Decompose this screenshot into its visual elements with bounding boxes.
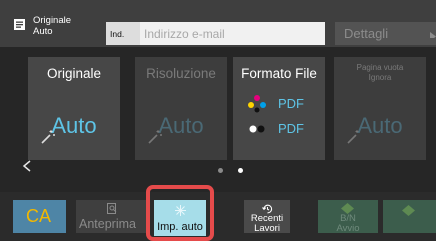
clear-all-button[interactable]: CA <box>13 200 66 233</box>
preview-icon <box>107 203 118 214</box>
recent-label-line2: Lavori <box>254 223 280 234</box>
magic-wand-icon <box>40 129 56 145</box>
diamond-start-icon <box>402 203 415 216</box>
top-bar: Originale Auto Ind. Dettagli <box>0 0 436 47</box>
card-label: Formato File <box>241 66 317 81</box>
address-book-button[interactable]: Ind. <box>106 22 140 45</box>
preview-label: Anteprima <box>79 217 136 231</box>
auto-set-highlight-frame <box>146 185 214 241</box>
color-start-button[interactable] <box>383 200 436 233</box>
preview-button[interactable]: Anteprima <box>76 200 148 233</box>
bw-start-label-line2: Avvio <box>336 223 360 234</box>
bottom-action-bar: CA Anteprima Imp. auto Recenti Lavori B/… <box>0 192 436 241</box>
details-button[interactable]: Dettagli <box>335 22 436 45</box>
chevron-right-icon <box>430 29 436 38</box>
bw-dots-icon <box>247 120 267 138</box>
email-address-input[interactable] <box>140 22 325 45</box>
page-indicator-dot[interactable] <box>218 168 223 173</box>
card-label: Pagina vuota Ignora <box>334 63 426 83</box>
details-label: Dettagli <box>344 26 389 41</box>
card-label-line2: Ignora <box>368 73 392 82</box>
document-icon <box>14 19 25 30</box>
blank-page-setting-card[interactable]: Pagina vuota Ignora Auto <box>334 57 426 160</box>
recent-jobs-button[interactable]: Recenti Lavori <box>244 200 290 234</box>
original-setting-card[interactable]: Originale Auto <box>28 57 120 160</box>
settings-panel: Originale Auto Risoluzione Auto Formato … <box>0 47 436 192</box>
original-status-value: Auto <box>33 26 53 37</box>
file-format-setting-card[interactable]: Formato File PDF PDF <box>233 57 325 160</box>
original-status[interactable]: Originale Auto <box>14 15 104 45</box>
chevron-left-icon[interactable] <box>20 156 34 176</box>
bw-start-button[interactable]: B/N Avvio <box>318 200 378 234</box>
original-status-label: Originale <box>33 15 72 26</box>
resolution-setting-card[interactable]: Risoluzione Auto <box>135 57 227 160</box>
magic-wand-icon <box>346 129 362 145</box>
page-indicator-dot-active[interactable] <box>238 168 243 173</box>
color-format-value: PDF <box>278 96 304 111</box>
color-dots-icon <box>247 95 267 113</box>
bw-format-value: PDF <box>278 121 304 136</box>
card-label: Risoluzione <box>146 66 216 81</box>
bw-format-row: PDF <box>247 120 317 138</box>
card-label: Originale <box>46 66 102 81</box>
card-label-line1: Pagina vuota <box>356 63 404 72</box>
color-format-row: PDF <box>247 95 317 113</box>
magic-wand-icon <box>147 129 163 145</box>
